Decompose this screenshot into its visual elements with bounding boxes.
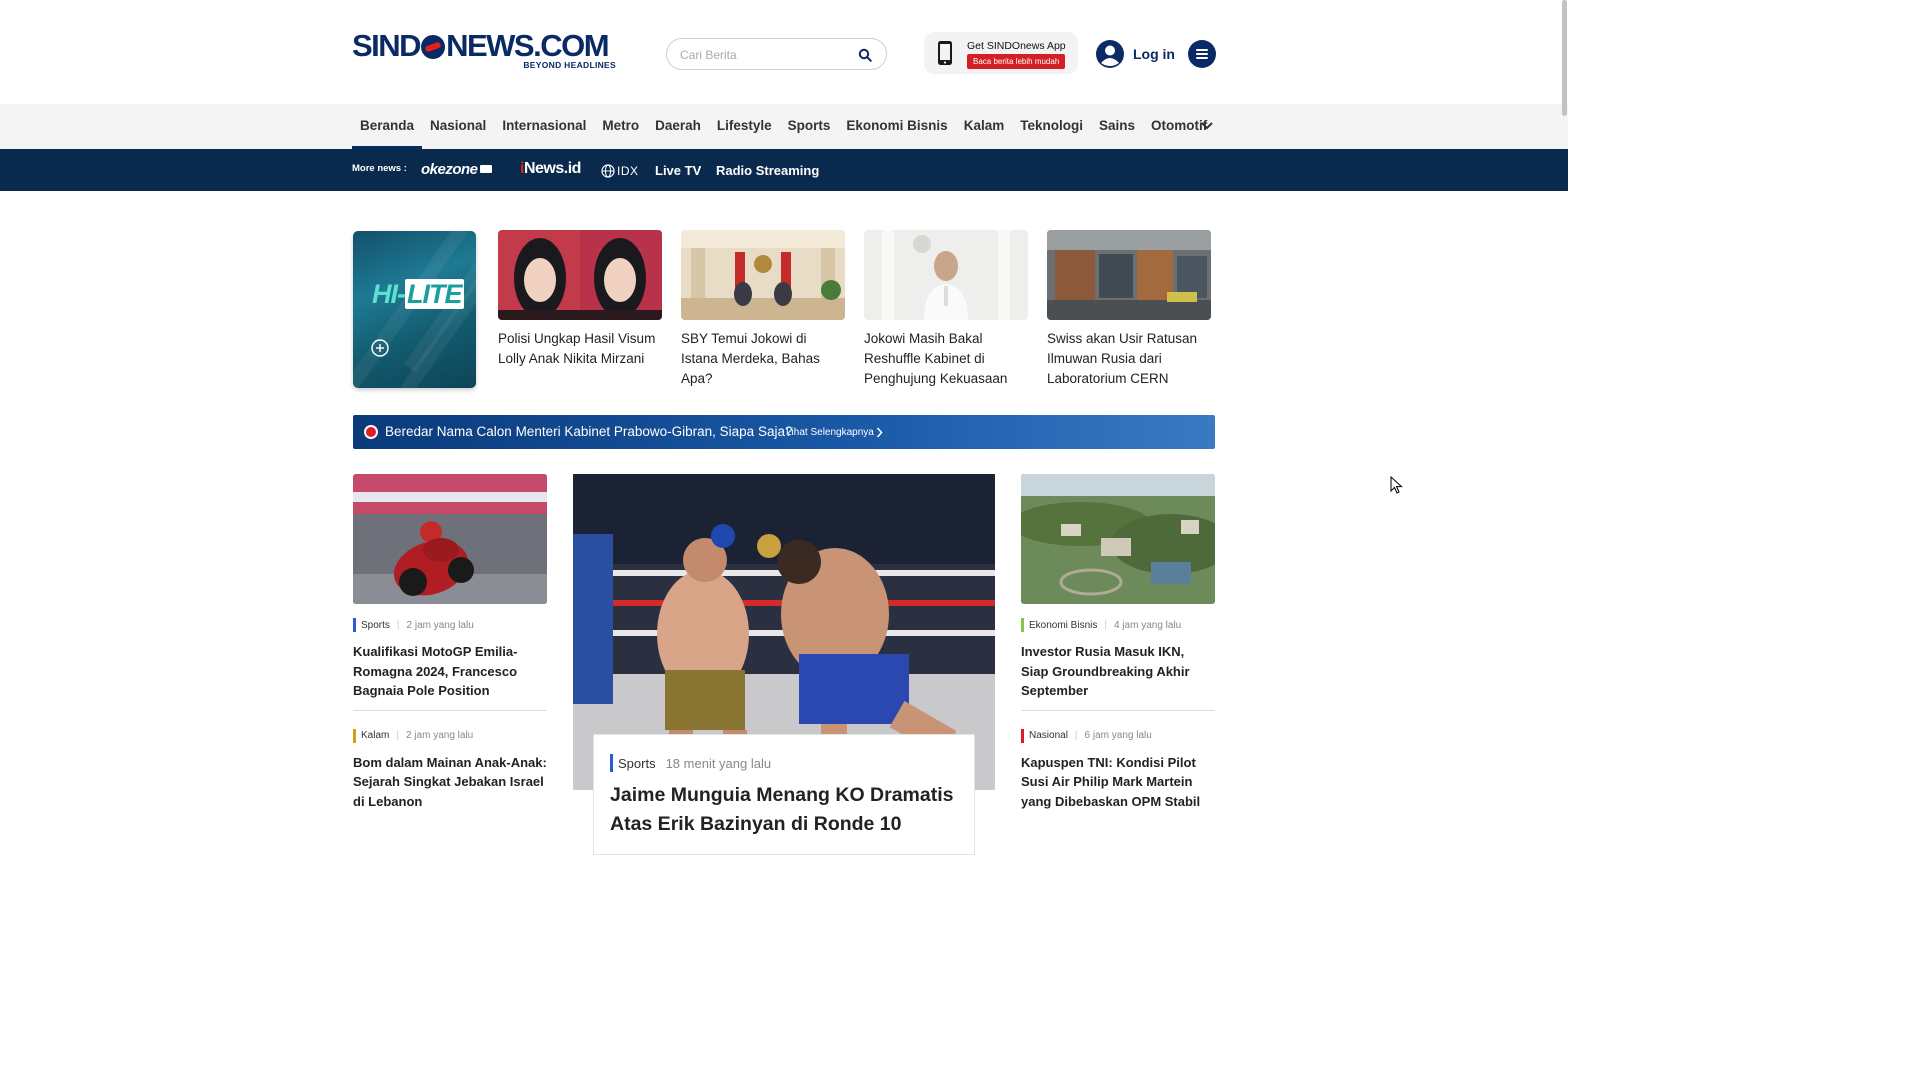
- more-news-bar: More news : okezone iNews.id IDX Live TV…: [0, 149, 1568, 191]
- article-time: 2 jam yang lalu: [406, 619, 474, 631]
- page: SINDNEWS.COM BEYOND HEADLINES Get SINDOn…: [0, 0, 1568, 882]
- app-promo-title: Get SINDOnews App: [967, 40, 1066, 52]
- login-label: Log in: [1133, 46, 1175, 62]
- nav-item-ekonomi-bisnis[interactable]: Ekonomi Bisnis: [838, 104, 955, 149]
- hilite-title: Jokowi Masih Bakal Reshuffle Kabinet di …: [864, 331, 1008, 386]
- chevron-right-icon: [876, 427, 883, 438]
- article-meta: Kalam | 2 jam yang lalu: [353, 728, 547, 743]
- nav-item-nasional[interactable]: Nasional: [422, 104, 494, 149]
- article-thumbnail[interactable]: [353, 474, 547, 604]
- hilite-title: Polisi Ungkap Hasil Visum Lolly Anak Nik…: [498, 331, 656, 366]
- hamburger-menu-button[interactable]: [1188, 40, 1216, 68]
- site-logo[interactable]: SIND NEWS.COM BEYOND HEADLINES: [352, 30, 622, 72]
- article-title[interactable]: Investor Rusia Masuk IKN, Siap Groundbre…: [1021, 642, 1215, 701]
- idx-globe-icon: [601, 163, 615, 178]
- article-meta: Ekonomi Bisnis | 4 jam yang lalu: [1021, 618, 1215, 632]
- nav-item-daerah[interactable]: Daerah: [647, 104, 709, 149]
- hilite-card[interactable]: HI-LITE: [353, 231, 476, 388]
- menu-icon-line: [1196, 57, 1208, 59]
- okezone-logo-text: okezone: [421, 161, 478, 178]
- hilite-thumbnail: [498, 230, 662, 320]
- hilite-item[interactable]: SBY Temui Jokowi di Istana Merdeka, Baha…: [681, 230, 845, 389]
- nav-item-sports[interactable]: Sports: [780, 104, 839, 149]
- article-title[interactable]: Kapuspen TNI: Kondisi Pilot Susi Air Phi…: [1021, 753, 1215, 812]
- article-category[interactable]: Nasional: [1029, 730, 1068, 741]
- nav-item-beranda[interactable]: Beranda: [352, 104, 423, 149]
- logo-tagline: BEYOND HEADLINES: [523, 60, 616, 70]
- user-avatar-icon: [1096, 40, 1124, 68]
- right-news-column: Ekonomi Bisnis | 4 jam yang lalu Investo…: [1021, 474, 1215, 811]
- okezone-link[interactable]: okezone: [421, 161, 492, 178]
- search-box[interactable]: [666, 38, 887, 70]
- menu-icon-line: [1196, 53, 1208, 55]
- scrollbar-thumb[interactable]: [1562, 0, 1567, 116]
- article-category[interactable]: Sports: [618, 756, 656, 771]
- hilite-thumbnail: [681, 230, 845, 320]
- login-button[interactable]: Log in: [1096, 40, 1175, 68]
- category-color-bar: [1021, 728, 1024, 743]
- breaking-headline: Beredar Nama Calon Menteri Kabinet Prabo…: [385, 424, 793, 439]
- breaking-news-banner[interactable]: Beredar Nama Calon Menteri Kabinet Prabo…: [353, 415, 1215, 449]
- nav-item-internasional[interactable]: Internasional: [494, 104, 594, 149]
- live-tv-link[interactable]: Live TV: [655, 163, 701, 178]
- category-color-bar: [353, 728, 356, 743]
- article-time: 18 menit yang lalu: [665, 755, 772, 771]
- plus-circle-icon[interactable]: [371, 339, 389, 357]
- nav-item-lifestyle[interactable]: Lifestyle: [709, 104, 780, 149]
- article-title[interactable]: Bom dalam Mainan Anak-Anak: Sejarah Sing…: [353, 753, 547, 812]
- article-time: 4 jam yang lalu: [1113, 619, 1182, 631]
- article-time: 6 jam yang lalu: [1084, 730, 1152, 741]
- main-article-card[interactable]: Sports 18 menit yang lalu Jaime Munguia …: [593, 734, 975, 855]
- menu-icon-line: [1196, 49, 1208, 51]
- article-category[interactable]: Kalam: [361, 730, 389, 741]
- mouse-cursor-icon: [1390, 476, 1403, 494]
- search-icon[interactable]: [858, 48, 872, 62]
- get-app-button[interactable]: Get SINDOnews App Baca berita lebih muda…: [924, 32, 1078, 74]
- radio-streaming-link[interactable]: Radio Streaming: [716, 163, 819, 178]
- nav-item-metro[interactable]: Metro: [594, 104, 647, 149]
- see-more-link[interactable]: Lihat Selengkapnya: [786, 427, 874, 438]
- chevron-down-icon[interactable]: [1200, 121, 1214, 131]
- nav-item-kalam[interactable]: Kalam: [956, 104, 1013, 149]
- article-title[interactable]: Kualifikasi MotoGP Emilia-Romagna 2024, …: [353, 642, 547, 701]
- logo-wordmark: SIND NEWS.COM: [352, 28, 610, 63]
- article-category[interactable]: Sports: [361, 620, 390, 631]
- search-input[interactable]: [680, 46, 850, 64]
- hilite-logo: HI-LITE: [372, 279, 464, 309]
- divider: [1021, 709, 1215, 711]
- category-color-bar: [1021, 618, 1024, 632]
- more-news-label: More news :: [352, 163, 407, 174]
- hilite-title: Swiss akan Usir Ratusan Ilmuwan Rusia da…: [1047, 331, 1198, 386]
- nav-item-sains[interactable]: Sains: [1091, 104, 1143, 149]
- category-nav: Beranda Nasional Internasional Metro Daerah L…: [0, 104, 1568, 149]
- hilite-item[interactable]: Polisi Ungkap Hasil Visum Lolly Anak Nik…: [498, 230, 662, 369]
- category-color-bar: [353, 618, 356, 632]
- article-time: 2 jam yang lalu: [405, 730, 474, 741]
- category-color-bar: [610, 754, 613, 772]
- article-meta: Sports 18 menit yang lalu: [610, 754, 771, 772]
- idx-link[interactable]: IDX: [601, 162, 639, 179]
- category-nav-list: Beranda Nasional Internasional Metro Daerah L…: [352, 104, 1215, 149]
- left-news-column: Sports | 2 jam yang lalu Kualifikasi Mot…: [353, 474, 547, 811]
- tv-icon: [479, 165, 492, 173]
- site-header: SINDNEWS.COM BEYOND HEADLINES Get SINDOn…: [0, 0, 1568, 104]
- live-dot-icon: [366, 427, 376, 437]
- hilite-thumbnail: [864, 230, 1028, 320]
- article-meta: Sports | 2 jam yang lalu: [353, 618, 547, 632]
- app-promo-badge: Baca berita lebih mudah: [967, 54, 1066, 69]
- idx-logo-text: IDX: [617, 163, 639, 178]
- inews-link[interactable]: iNews.id: [520, 160, 581, 178]
- article-category[interactable]: Ekonomi Bisnis: [1029, 620, 1097, 631]
- main-article-title[interactable]: Jaime Munguia Menang KO Dramatis Atas Er…: [610, 781, 960, 839]
- divider: [353, 709, 547, 711]
- nav-item-teknologi[interactable]: Teknologi: [1012, 104, 1091, 149]
- smartphone-icon: [938, 41, 952, 65]
- article-meta: Nasional | 6 jam yang lalu: [1021, 728, 1215, 743]
- hilite-item[interactable]: Jokowi Masih Bakal Reshuffle Kabinet di …: [864, 230, 1028, 389]
- inews-logo-text: News.id: [523, 160, 581, 177]
- hilite-item[interactable]: Swiss akan Usir Ratusan Ilmuwan Rusia da…: [1047, 230, 1211, 389]
- hilite-thumbnail: [1047, 230, 1211, 320]
- hilite-title: SBY Temui Jokowi di Istana Merdeka, Baha…: [681, 331, 820, 386]
- article-thumbnail[interactable]: [1021, 474, 1215, 604]
